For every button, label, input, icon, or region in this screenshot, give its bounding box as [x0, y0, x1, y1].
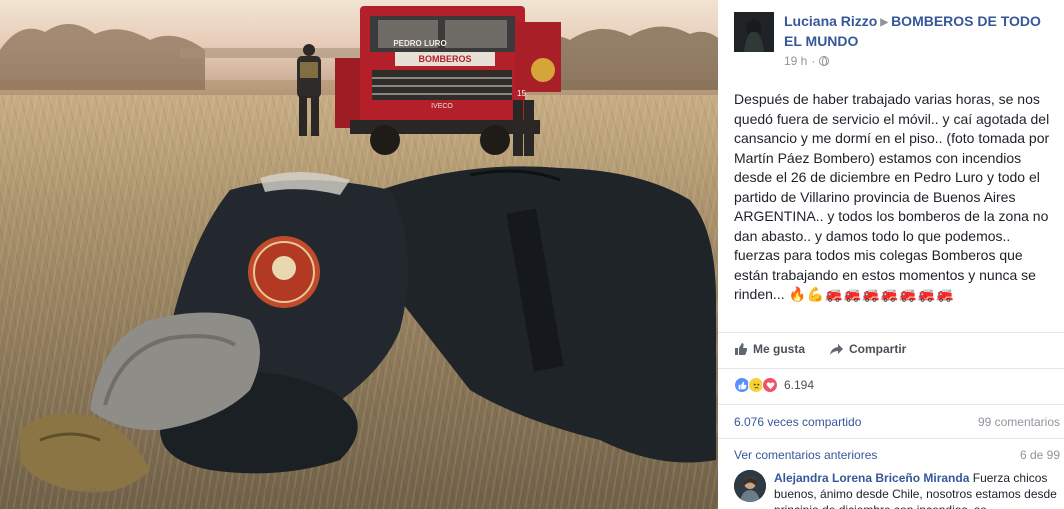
commenter-avatar-image — [734, 470, 766, 502]
comments-position: 6 de 99 — [1019, 448, 1060, 462]
author-name[interactable]: Luciana Rizzo — [784, 13, 877, 29]
share-arrow-icon — [830, 344, 844, 355]
divider — [718, 332, 1064, 333]
view-previous-comments-link[interactable]: Ver comentarios anteriores — [734, 448, 877, 462]
like-button[interactable]: Me gusta — [734, 342, 805, 356]
comment-body: Alejandra Lorena Briceño Miranda Fuerza … — [774, 470, 1064, 509]
truck-sign: BOMBEROS — [418, 54, 471, 64]
truck-brand: IVECO — [431, 103, 453, 110]
divider — [718, 438, 1064, 439]
comments-count[interactable]: 99 comentarios — [978, 415, 1060, 429]
sleeping-firefighter — [20, 166, 716, 493]
photo-scene: BOMBEROS PEDRO LURO IVECO 15 — [20, 6, 716, 493]
commenter-name[interactable]: Alejandra Lorena Briceño Miranda — [774, 471, 969, 485]
share-button[interactable]: Compartir — [829, 342, 906, 356]
avatar-image — [734, 12, 774, 52]
like-label: Me gusta — [753, 342, 806, 356]
post-text: Después de haber trabajado varias horas,… — [734, 91, 1050, 302]
post-timestamp[interactable]: 19 h — [784, 54, 807, 68]
faded-caption: de la publicación de Luciana Rizzo en BO… — [36, 486, 334, 500]
comments-nav: Ver comentarios anteriores 6 de 99 — [734, 448, 1060, 462]
author-avatar[interactable] — [734, 12, 774, 52]
truck-number: 15 — [517, 89, 526, 98]
shares-count-link[interactable]: 6.076 veces compartido — [734, 415, 861, 429]
divider — [718, 404, 1064, 405]
post-meta: 19 h · — [784, 54, 830, 68]
post-emoji: 🔥💪🚒🚒🚒🚒🚒🚒🚒 — [788, 286, 955, 302]
post-photo[interactable]: BOMBEROS PEDRO LURO IVECO 15 de la publi… — [0, 0, 718, 509]
author-line: Luciana Rizzo ▶ BOMBEROS DE TODO EL MUNDO — [784, 12, 1060, 50]
love-reaction-icon — [762, 377, 778, 393]
post-body: Después de haber trabajado varias horas,… — [734, 90, 1052, 305]
thumbs-up-icon — [735, 343, 748, 355]
reaction-count: 6.194 — [784, 378, 815, 392]
share-label: Compartir — [849, 342, 907, 356]
commenter-avatar[interactable] — [734, 470, 766, 502]
truck-label: PEDRO LURO — [393, 39, 446, 48]
post-side-panel: Luciana Rizzo ▶ BOMBEROS DE TODO EL MUNDO … — [718, 0, 1064, 509]
standing-firefighter — [297, 44, 321, 136]
reactions-summary[interactable]: 6.194 — [734, 377, 814, 393]
divider — [718, 368, 1064, 369]
post-actions: Me gusta Compartir — [734, 342, 1064, 356]
globe-icon — [819, 56, 830, 66]
caret-right-icon: ▶ — [880, 17, 889, 28]
post-stats: 6.076 veces compartido 99 comentarios — [734, 415, 1060, 429]
